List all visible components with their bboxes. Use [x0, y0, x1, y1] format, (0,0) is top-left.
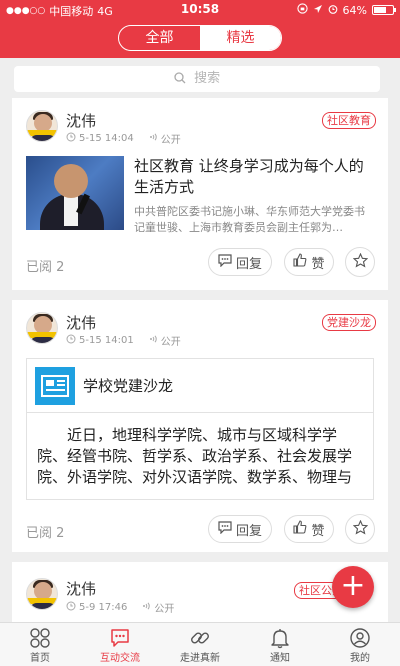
post-time: 5-9 17:46 [79, 602, 128, 613]
author-name[interactable]: 沈伟 [66, 312, 96, 333]
tab-label: 通知 [270, 653, 290, 664]
author-name[interactable]: 沈伟 [66, 578, 96, 599]
location-icon [313, 4, 323, 17]
broadcast-icon [148, 334, 158, 347]
tab-all[interactable]: 全部 [119, 26, 200, 50]
category-tag[interactable]: 党建沙龙 [322, 314, 376, 331]
favorite-button[interactable] [345, 514, 375, 544]
tab-notifications[interactable]: 通知 [240, 623, 320, 666]
post-card[interactable]: 沈伟 5-15 14:01 公开 党建沙龙 学校党建沙龙 近日，地理科学学院、城… [12, 300, 388, 552]
tab-featured[interactable]: 精选 [200, 26, 281, 50]
thumbs-up-icon [293, 253, 307, 271]
clock-icon [66, 601, 76, 614]
status-bar: ●●●○○ 中国移动 4G 10:58 64% [0, 0, 400, 20]
favorite-button[interactable] [345, 247, 375, 277]
avatar[interactable] [26, 110, 58, 142]
user-icon [349, 627, 371, 649]
embedded-post[interactable]: 学校党建沙龙 近日，地理科学学院、城市与区域科学学院、经管书院、哲学系、政治学系… [26, 358, 374, 500]
tab-discover[interactable]: 走进真新 [160, 623, 240, 666]
battery-percent: 64% [342, 3, 367, 17]
tab-label: 走进真新 [180, 653, 220, 664]
search-placeholder: 搜索 [194, 71, 221, 86]
like-button[interactable]: 赞 [284, 248, 334, 276]
tab-home[interactable]: 首页 [0, 623, 80, 666]
post-meta: 5-15 14:04 公开 [66, 131, 181, 146]
newspaper-icon [35, 367, 75, 405]
category-tag[interactable]: 社区教育 [322, 112, 376, 129]
post-visibility: 公开 [160, 135, 181, 146]
chat-icon [109, 627, 131, 649]
lock-rotation-icon [296, 3, 308, 17]
broadcast-icon [148, 132, 158, 145]
alarm-icon [328, 4, 338, 17]
article-summary: 中共普陀区委书记施小琳、华东师范大学党委书记童世骏、上海市教育委员会副主任郭为… [134, 205, 365, 234]
star-icon [352, 252, 368, 272]
broadcast-icon [141, 601, 151, 614]
thumbs-up-icon [293, 520, 307, 538]
plus-icon: + [340, 568, 366, 603]
bell-icon [269, 627, 291, 649]
link-icon [189, 627, 211, 649]
article-thumbnail[interactable] [26, 156, 124, 230]
search-input[interactable]: 搜索 [14, 66, 380, 92]
post-meta: 5-15 14:01 公开 [66, 333, 181, 348]
comment-icon [218, 253, 232, 271]
comment-icon [218, 520, 232, 538]
search-icon [174, 71, 194, 86]
reply-button[interactable]: 回复 [208, 515, 272, 543]
embed-title: 学校党建沙龙 [83, 377, 174, 395]
read-count: 已阅 2 [26, 526, 65, 541]
clock-icon [66, 334, 76, 347]
grid-icon [29, 627, 51, 649]
tab-label: 互动交流 [100, 653, 140, 664]
reply-label: 回复 [235, 256, 262, 272]
post-visibility: 公开 [154, 604, 175, 615]
avatar[interactable] [26, 578, 58, 610]
star-icon [352, 519, 368, 539]
tab-profile[interactable]: 我的 [320, 623, 400, 666]
like-label: 赞 [311, 256, 325, 272]
reply-label: 回复 [235, 523, 262, 539]
search-area: 搜索 [0, 58, 400, 98]
embed-header: 学校党建沙龙 [27, 359, 373, 413]
segmented-control: 全部 精选 [118, 25, 282, 51]
like-button[interactable]: 赞 [284, 515, 334, 543]
embed-text: 近日，地理科学学院、城市与区域科学学院、经管书院、哲学系、政治学系、社会发展学院… [37, 426, 353, 486]
tab-interaction[interactable]: 互动交流 [80, 623, 160, 666]
post-time: 5-15 14:01 [79, 335, 134, 346]
header: 全部 精选 [0, 20, 400, 58]
post-card[interactable]: 沈伟 5-9 17:46 公开 社区公共 [12, 562, 388, 622]
post-card[interactable]: 沈伟 5-15 14:04 公开 社区教育 社区教育 让终身学习成为每个人的生活… [12, 98, 388, 290]
author-name[interactable]: 沈伟 [66, 110, 96, 131]
reply-button[interactable]: 回复 [208, 248, 272, 276]
read-count: 已阅 2 [26, 260, 65, 275]
tab-label: 首页 [30, 653, 50, 664]
battery-icon [372, 5, 396, 15]
bottom-tab-bar: 首页 互动交流 走进真新 通知 我的 [0, 622, 400, 666]
avatar[interactable] [26, 312, 58, 344]
like-label: 赞 [311, 523, 325, 539]
tab-label: 我的 [350, 653, 370, 664]
article-title[interactable]: 社区教育 让终身学习成为每个人的生活方式 [134, 156, 374, 198]
post-time: 5-15 14:04 [79, 133, 134, 144]
clock-icon [66, 132, 76, 145]
post-meta: 5-9 17:46 公开 [66, 600, 174, 615]
post-visibility: 公开 [160, 337, 181, 348]
add-post-button[interactable]: + [332, 566, 374, 608]
